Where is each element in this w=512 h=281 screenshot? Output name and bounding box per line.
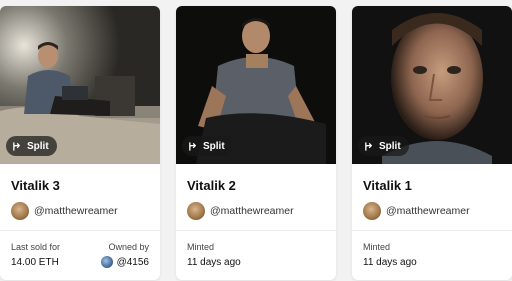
owned-by-label: Owned by <box>108 242 149 252</box>
minted-value: 11 days ago <box>187 257 241 268</box>
creator-link[interactable]: @matthewreamer <box>187 201 294 221</box>
split-icon <box>13 141 20 151</box>
artwork-title[interactable]: Vitalik 3 <box>11 178 60 193</box>
minted-label: Minted <box>363 242 391 252</box>
card-divider <box>352 230 512 231</box>
split-badge: Split <box>358 136 409 156</box>
minted-label: Minted <box>187 242 215 252</box>
creator-handle: @matthewreamer <box>386 205 470 217</box>
nft-card[interactable]: Split Vitalik 2 @matthewreamer Minted 11… <box>176 6 336 280</box>
nft-card[interactable]: Split Vitalik 3 @matthewreamer Last sold… <box>0 6 160 280</box>
owner-avatar <box>100 256 113 268</box>
artwork-title[interactable]: Vitalik 2 <box>187 178 236 193</box>
creator-link[interactable]: @matthewreamer <box>363 201 470 221</box>
owner-handle: @4156 <box>116 256 149 268</box>
card-divider <box>176 230 336 231</box>
card-divider <box>0 230 160 231</box>
last-sold-label: Last sold for <box>11 242 61 252</box>
split-icon <box>189 141 196 151</box>
artwork-title[interactable]: Vitalik 1 <box>363 178 412 193</box>
split-badge-label: Split <box>379 140 401 152</box>
split-badge: Split <box>6 136 57 156</box>
split-badge: Split <box>182 136 233 156</box>
creator-avatar <box>11 202 29 220</box>
minted-value: 11 days ago <box>363 257 417 268</box>
owner-link[interactable]: @4156 <box>100 256 149 268</box>
nft-card[interactable]: Split Vitalik 1 @matthewreamer Minted 11… <box>352 6 512 280</box>
split-icon <box>365 141 372 151</box>
split-badge-label: Split <box>27 140 49 152</box>
creator-link[interactable]: @matthewreamer <box>11 201 118 221</box>
creator-avatar <box>363 202 381 220</box>
last-sold-value: 14.00 ETH <box>11 257 59 268</box>
creator-handle: @matthewreamer <box>34 205 118 217</box>
split-badge-label: Split <box>203 140 225 152</box>
creator-handle: @matthewreamer <box>210 205 294 217</box>
creator-avatar <box>187 202 205 220</box>
